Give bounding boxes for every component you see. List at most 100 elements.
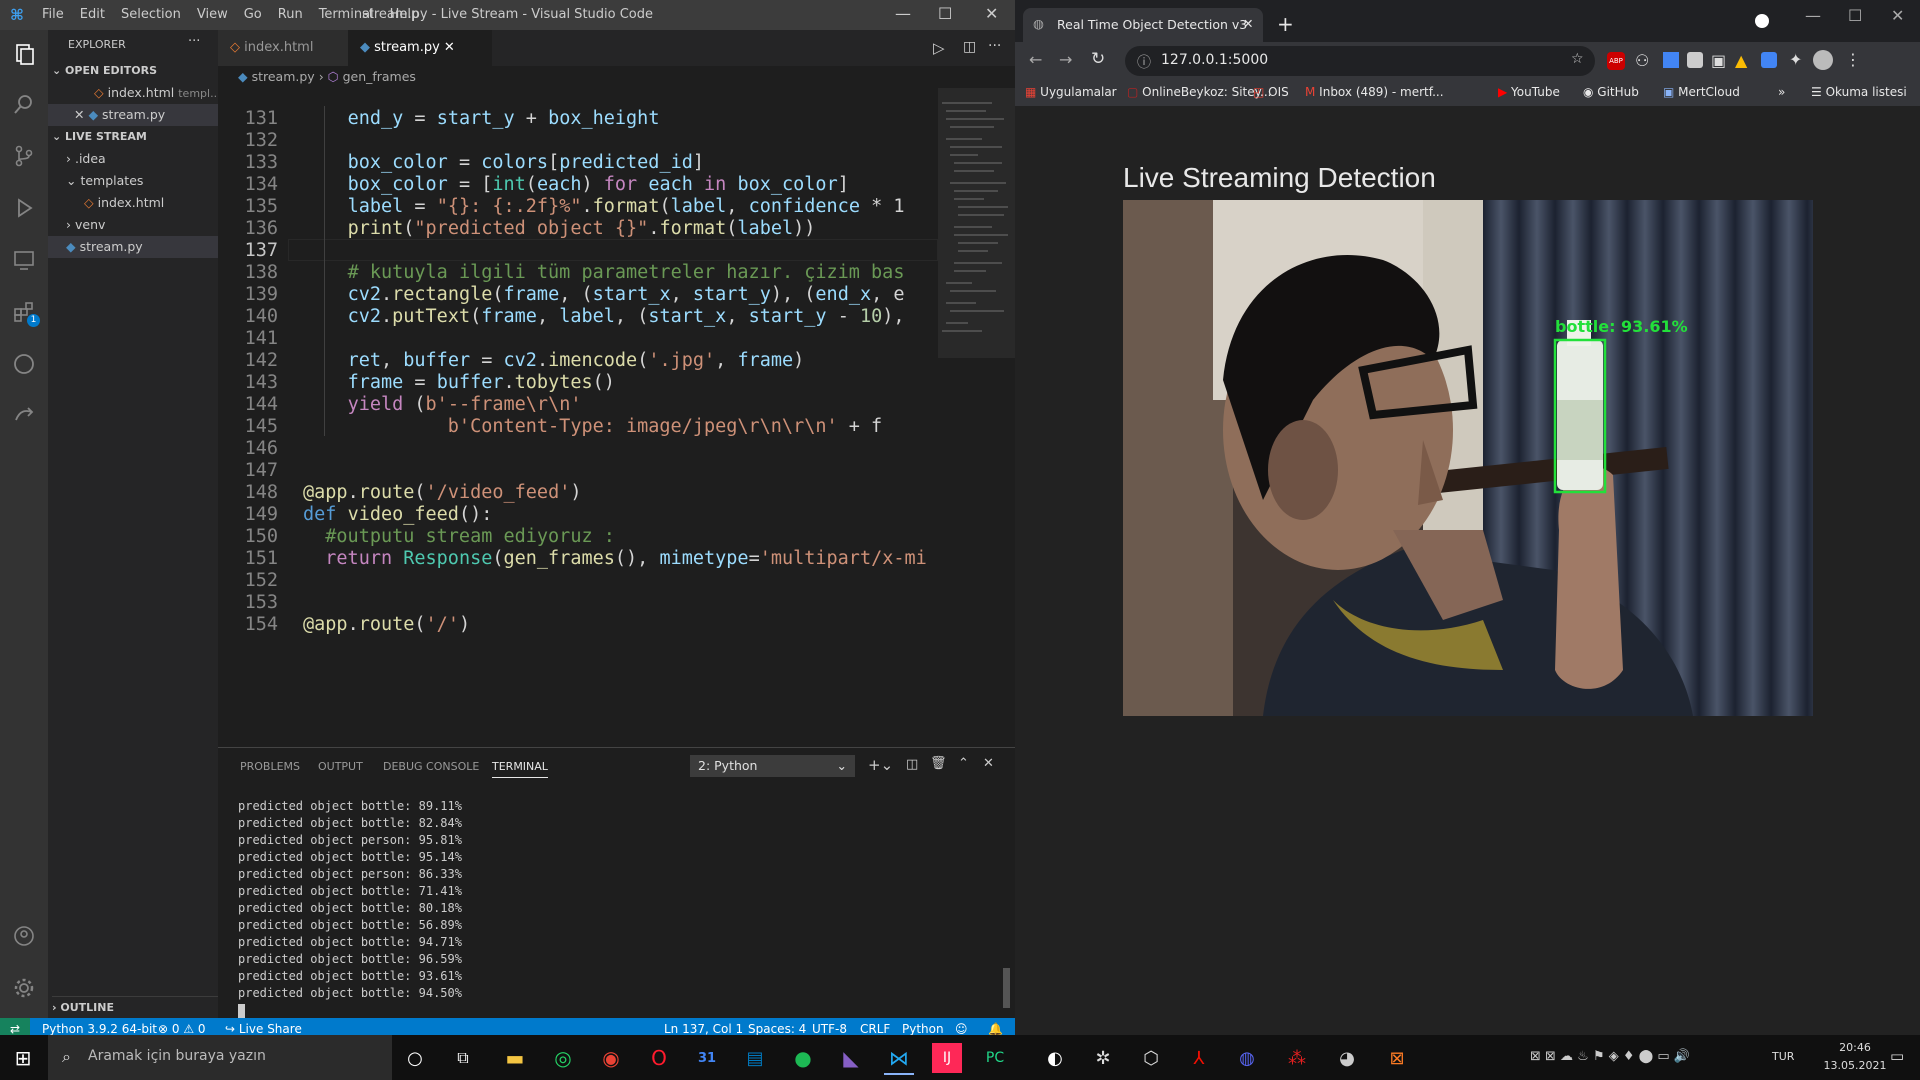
tab-index-html[interactable]: ◇ index.html [218, 30, 352, 66]
menu-file[interactable]: File [34, 7, 72, 22]
bookmark-item[interactable]: M Inbox (489) - mertf... [1305, 85, 1444, 99]
tree-item[interactable]: ⌄ templates [48, 170, 218, 192]
split-terminal-icon[interactable]: ◫ [906, 757, 918, 772]
tab-output[interactable]: OUTPUT [318, 760, 363, 773]
tab-problems[interactable]: PROBLEMS [240, 760, 300, 773]
more-bookmarks-icon[interactable]: » [1778, 85, 1785, 99]
account-icon[interactable] [8, 920, 40, 952]
chrome-icon[interactable]: ◉ [596, 1043, 626, 1073]
app-icon[interactable]: ◕ [1332, 1043, 1362, 1073]
remote-explorer-icon[interactable] [8, 244, 40, 276]
menu-view[interactable]: View [189, 7, 236, 22]
notification-center-icon[interactable]: ▭ [1890, 1047, 1904, 1065]
bookmark-item[interactable]: ◉ GitHub [1583, 85, 1639, 99]
visual-studio-icon[interactable]: ◣ [836, 1043, 866, 1073]
input-language[interactable]: TUR [1772, 1050, 1794, 1063]
tree-item[interactable]: › venv [48, 214, 218, 236]
taskbar-search[interactable]: ⌕ Aramak için buraya yazın [48, 1035, 392, 1080]
open-editor-item-active[interactable]: ✕ ◆ stream.py [48, 104, 218, 126]
intellij-icon[interactable]: IJ [932, 1043, 962, 1073]
menu-edit[interactable]: Edit [72, 7, 113, 22]
system-tray-icons[interactable]: ⊠ ⊠ ☁ ♨ ⚑ ◈ ♦ ⬤ ▭ 🔊 [1530, 1049, 1690, 1064]
clock-time[interactable]: 20:46 [1820, 1041, 1890, 1054]
bookmark-item[interactable]: ◰ OIS [1253, 85, 1289, 99]
more-actions-icon[interactable]: ··· [188, 34, 200, 49]
file-explorer-icon[interactable]: ▬ [500, 1043, 530, 1073]
extension-icon[interactable] [1663, 52, 1679, 68]
bookmark-star-icon[interactable]: ☆ [1571, 51, 1584, 67]
bookmark-apps[interactable]: ▦ Uygulamalar [1025, 85, 1117, 99]
settings-gear-icon[interactable] [8, 972, 40, 1004]
menu-help[interactable]: Help [382, 7, 428, 22]
cortana-icon[interactable]: ○ [400, 1043, 430, 1073]
avatar[interactable] [1813, 50, 1833, 70]
tree-item[interactable]: ◇ index.html [48, 192, 218, 214]
bookmark-item[interactable]: ▢ OnlineBeykoz: Sitey... [1127, 85, 1271, 99]
trash-icon[interactable]: 🗑 [930, 756, 947, 771]
bookmark-item[interactable]: ▣ MertCloud [1663, 85, 1740, 99]
app-icon[interactable]: ⁂ [1282, 1043, 1312, 1073]
split-editor-icon[interactable]: ◫ [963, 39, 976, 55]
search-icon[interactable] [8, 88, 40, 120]
google-drive-icon[interactable]: ▲ [1735, 51, 1747, 70]
explorer-icon[interactable] [8, 38, 40, 70]
github-desktop-icon[interactable]: ◐ [1040, 1043, 1070, 1073]
terminal-select[interactable]: 2: Python ⌄ [690, 755, 855, 777]
live-share-icon[interactable] [8, 400, 40, 432]
close-icon[interactable]: ✕ [444, 40, 455, 55]
minimize-icon[interactable]: — [895, 4, 911, 23]
clock-date[interactable]: 13.05.2021 [1820, 1059, 1890, 1072]
minimize-icon[interactable]: — [1805, 6, 1821, 25]
code-editor[interactable]: 131 end_y = start_y + box_height 132 133 b… [218, 88, 938, 748]
task-view-icon[interactable]: ⧉ [448, 1043, 478, 1073]
minimap[interactable] [938, 88, 1015, 748]
xampp-icon[interactable]: ⊠ [1382, 1043, 1412, 1073]
run-file-icon[interactable]: ▷ [933, 39, 945, 57]
outline-section[interactable]: › OUTLINE [52, 996, 222, 1019]
address-bar[interactable]: ⓘ 127.0.0.1:5000 ☆ [1125, 46, 1595, 76]
close-panel-icon[interactable]: ✕ [983, 756, 994, 771]
tab-terminal[interactable]: TERMINAL [492, 760, 548, 778]
vscode-taskbar-icon[interactable]: ⋈ [884, 1043, 914, 1075]
run-debug-icon[interactable] [8, 192, 40, 224]
reload-icon[interactable]: ↻ [1091, 49, 1105, 69]
close-window-icon[interactable]: ✕ [1891, 6, 1904, 25]
reading-list[interactable]: ☰ Okuma listesi [1811, 85, 1907, 99]
bookmark-item[interactable]: ▶ YouTube [1498, 85, 1560, 99]
extension-icon[interactable]: ⚇ [1635, 51, 1649, 70]
source-control-icon[interactable] [8, 140, 40, 172]
terminal-output[interactable]: predicted object bottle: 89.11% predicted… [238, 798, 462, 1018]
extensions-icon[interactable]: 1 [8, 296, 40, 328]
opera-icon[interactable]: O [644, 1043, 674, 1073]
tree-item-selected[interactable]: ◆ stream.py [48, 236, 218, 258]
profile-dropdown-icon[interactable] [1755, 14, 1769, 28]
breadcrumb-symbol[interactable]: gen_frames [343, 69, 416, 84]
unity-icon[interactable]: ✲ [1088, 1043, 1118, 1073]
forward-icon[interactable]: → [1059, 50, 1072, 69]
github-icon[interactable] [8, 348, 40, 380]
menu-kebab-icon[interactable]: ⋮ [1845, 50, 1861, 69]
spotify-icon[interactable]: ● [788, 1043, 818, 1073]
extensions-puzzle-icon[interactable]: ✦ [1789, 50, 1802, 69]
adblock-icon[interactable]: ABP [1607, 52, 1625, 70]
browser-tab[interactable]: ◍ Real Time Object Detection v3 ✕ [1023, 8, 1263, 42]
menu-run[interactable]: Run [270, 7, 311, 22]
windows-start-icon[interactable]: ⊞ [8, 1043, 38, 1073]
whatsapp-icon[interactable]: ◎ [548, 1043, 578, 1073]
open-editor-item[interactable]: ◇ index.html templ... [48, 82, 218, 104]
trello-icon[interactable]: ▤ [740, 1043, 770, 1073]
close-icon[interactable]: ✕ [985, 4, 998, 23]
virtualbox-icon[interactable]: ⬡ [1136, 1043, 1166, 1073]
project-section[interactable]: ⌄ LIVE STREAM [52, 126, 222, 148]
extension-icon[interactable] [1687, 52, 1703, 68]
new-tab-icon[interactable]: + [1277, 12, 1294, 36]
new-terminal-icon[interactable]: +⌄ [868, 756, 893, 774]
tab-debug-console[interactable]: DEBUG CONSOLE [383, 760, 479, 773]
terminal-scrollbar[interactable] [1003, 968, 1010, 1008]
discord-icon[interactable]: ◍ [1232, 1043, 1262, 1073]
translate-icon[interactable] [1761, 52, 1777, 68]
tree-item[interactable]: › .idea [48, 148, 218, 170]
menu-terminal[interactable]: Terminal [311, 7, 382, 22]
info-icon[interactable]: ⓘ [1137, 52, 1151, 72]
maximize-icon[interactable]: ☐ [1848, 6, 1862, 25]
